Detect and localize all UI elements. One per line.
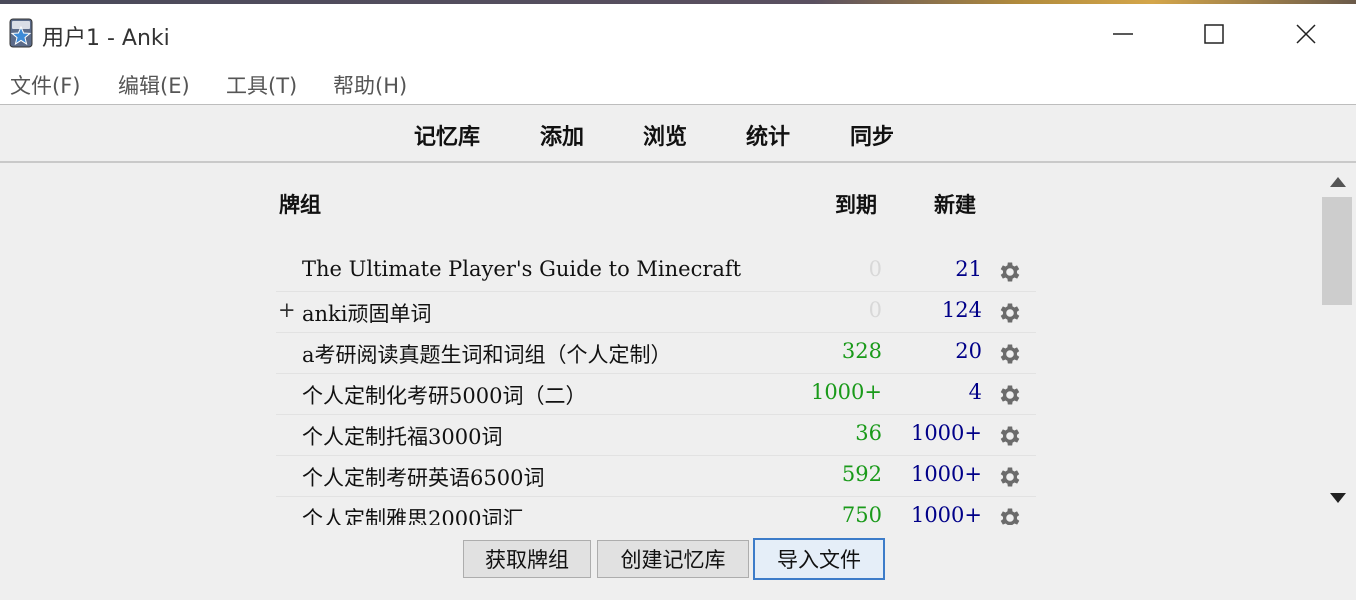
- anki-star-icon: [9, 18, 33, 48]
- toolbar-browse-link[interactable]: 浏览: [643, 119, 687, 151]
- deck-browser: 牌组 到期 新建 The Ultimate Player's Guide to …: [0, 163, 1320, 525]
- bottom-button-bar: 获取牌组 创建记忆库 导入文件: [0, 525, 1356, 600]
- deck-options-gear-icon[interactable]: [997, 382, 1023, 408]
- deck-options-gear-icon[interactable]: [997, 464, 1023, 490]
- scrollbar-thumb[interactable]: [1322, 197, 1352, 305]
- deck-due-count: 328: [841, 339, 882, 363]
- deck-name-link[interactable]: a考研阅读真题生词和词组（个人定制）: [302, 339, 672, 369]
- new-column-header: 新建: [934, 192, 976, 217]
- deck-row[interactable]: a考研阅读真题生词和词组（个人定制） 328 20: [276, 333, 1036, 374]
- minimize-button[interactable]: [1078, 8, 1168, 60]
- main-toolbar: 记忆库 添加 浏览 统计 同步: [0, 105, 1356, 163]
- menu-tools[interactable]: 工具(T): [226, 70, 297, 100]
- deck-row[interactable]: 个人定制雅思2000词汇 750 1000+: [276, 497, 1036, 525]
- deck-column-header: 牌组: [279, 192, 321, 217]
- deck-name-link[interactable]: 个人定制考研英语6500词: [302, 462, 544, 492]
- deck-options-gear-icon[interactable]: [997, 259, 1023, 285]
- deck-options-gear-icon[interactable]: [997, 341, 1023, 367]
- toolbar-sync-link[interactable]: 同步: [850, 119, 894, 151]
- close-icon: [1296, 24, 1316, 44]
- deck-new-count: 4: [968, 380, 982, 404]
- deck-options-gear-icon[interactable]: [997, 300, 1023, 326]
- create-deck-button[interactable]: 创建记忆库: [597, 540, 749, 578]
- anki-main-window: 用户1 - Anki 文件(F) 编辑(E) 工具(T) 帮助(H) 记忆库 添…: [0, 0, 1356, 600]
- deck-new-count: 1000+: [910, 462, 982, 486]
- title-bar[interactable]: 用户1 - Anki: [0, 4, 1356, 62]
- deck-name-link[interactable]: anki顽固单词: [302, 298, 432, 328]
- deck-name-link[interactable]: 个人定制化考研5000词（二）: [302, 380, 586, 410]
- deck-due-count: 1000+: [810, 380, 882, 404]
- menu-help[interactable]: 帮助(H): [333, 70, 407, 100]
- toolbar-add-link[interactable]: 添加: [540, 119, 584, 151]
- menu-bar: 文件(F) 编辑(E) 工具(T) 帮助(H): [0, 62, 1356, 105]
- maximize-button[interactable]: [1169, 8, 1259, 60]
- deck-row[interactable]: + anki顽固单词 0 124: [276, 292, 1036, 333]
- close-button[interactable]: [1261, 8, 1351, 60]
- deck-due-count: 36: [855, 421, 882, 445]
- deck-name-link[interactable]: 个人定制雅思2000词汇: [302, 503, 523, 525]
- deck-new-count: 1000+: [910, 421, 982, 445]
- deck-name-link[interactable]: 个人定制托福3000词: [302, 421, 502, 451]
- deck-row[interactable]: 个人定制化考研5000词（二） 1000+ 4: [276, 374, 1036, 415]
- deck-options-gear-icon[interactable]: [997, 423, 1023, 449]
- menu-edit[interactable]: 编辑(E): [118, 70, 190, 100]
- toolbar-stats-link[interactable]: 统计: [746, 119, 790, 151]
- scroll-down-arrow-icon[interactable]: [1328, 491, 1348, 505]
- deck-new-count: 1000+: [910, 503, 982, 525]
- vertical-scrollbar[interactable]: [1320, 163, 1356, 525]
- due-column-header: 到期: [835, 192, 877, 217]
- deck-due-count: 592: [841, 462, 882, 486]
- menu-file[interactable]: 文件(F): [10, 70, 80, 100]
- deck-row[interactable]: The Ultimate Player's Guide to Minecraft…: [276, 251, 1036, 292]
- deck-row[interactable]: 个人定制考研英语6500词 592 1000+: [276, 456, 1036, 497]
- deck-due-count: 750: [841, 503, 882, 525]
- deck-row[interactable]: 个人定制托福3000词 36 1000+: [276, 415, 1036, 456]
- scroll-up-arrow-icon[interactable]: [1328, 175, 1348, 189]
- deck-new-count: 20: [955, 339, 982, 363]
- deck-new-count: 124: [941, 298, 982, 322]
- get-shared-decks-button[interactable]: 获取牌组: [463, 540, 591, 578]
- deck-due-count: 0: [868, 298, 882, 322]
- maximize-icon: [1204, 24, 1224, 44]
- deck-options-gear-icon[interactable]: [997, 505, 1023, 525]
- import-file-button[interactable]: 导入文件: [753, 538, 885, 580]
- deck-expand-toggle[interactable]: +: [278, 298, 296, 322]
- window-title: 用户1 - Anki: [42, 26, 170, 51]
- deck-new-count: 21: [955, 257, 982, 281]
- deck-name-link[interactable]: The Ultimate Player's Guide to Minecraft: [302, 257, 741, 281]
- toolbar-decks-link[interactable]: 记忆库: [414, 119, 480, 151]
- minimize-icon: [1113, 33, 1133, 35]
- deck-due-count: 0: [868, 257, 882, 281]
